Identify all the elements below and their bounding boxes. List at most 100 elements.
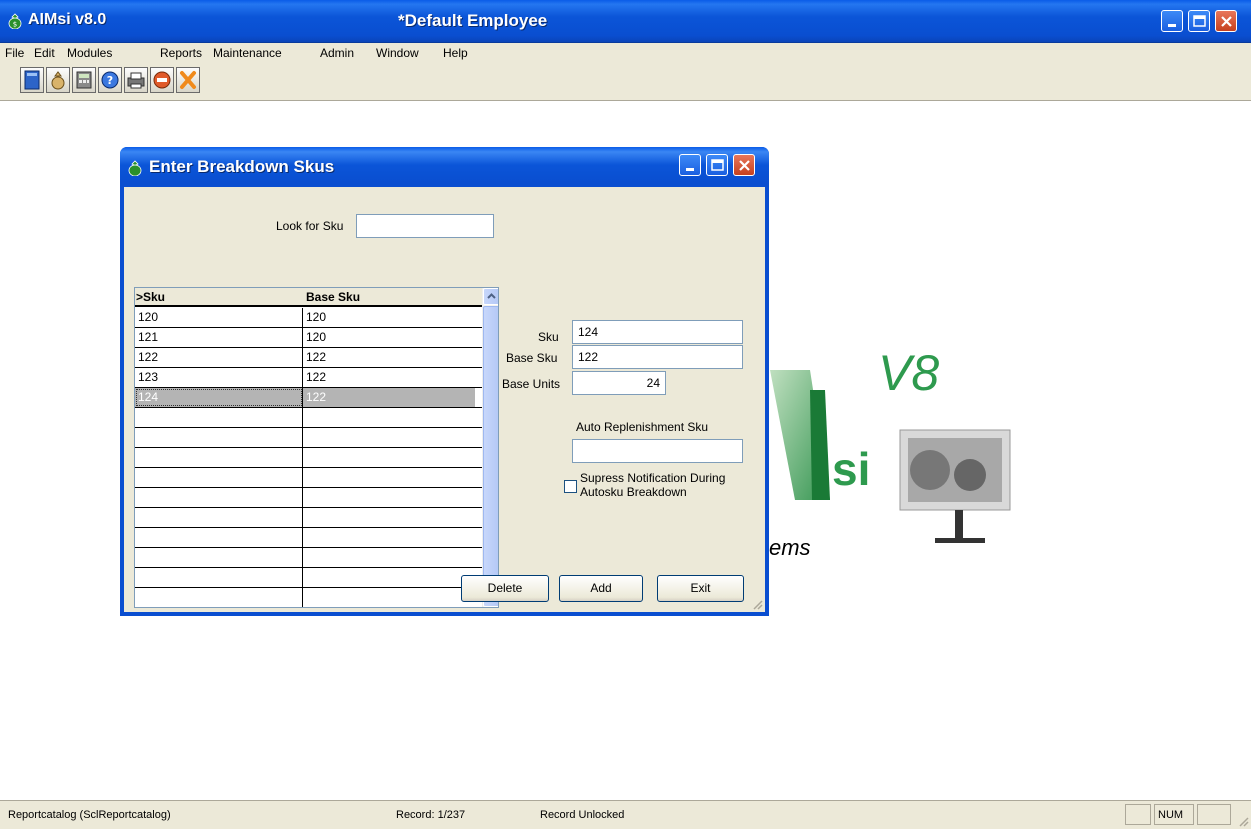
help-button[interactable]: ? (98, 67, 122, 93)
cell-base-sku[interactable]: 120 (303, 328, 475, 347)
empty-row[interactable] (135, 448, 482, 468)
table-row-selected[interactable]: 124 122 (135, 388, 482, 408)
grid-scrollbar[interactable] (482, 288, 498, 607)
dialog-close-button[interactable] (733, 154, 755, 176)
menu-maintenance[interactable]: Maintenance (213, 46, 282, 60)
breakdown-skus-dialog: Enter Breakdown Skus Look for Sku >Sku B… (120, 147, 769, 616)
cell-sku[interactable] (135, 488, 303, 507)
stop-button[interactable] (150, 67, 174, 93)
book-button[interactable] (20, 67, 44, 93)
add-button[interactable]: Add (559, 575, 643, 602)
menu-window[interactable]: Window (376, 46, 419, 60)
cell-sku[interactable] (135, 448, 303, 467)
calculator-icon (76, 71, 92, 89)
dialog-maximize-button[interactable] (706, 154, 728, 176)
menu-reports[interactable]: Reports (160, 46, 202, 60)
menu-help[interactable]: Help (443, 46, 468, 60)
scroll-up-button[interactable] (483, 288, 498, 305)
cell-base-sku[interactable] (303, 528, 475, 547)
base-sku-label: Base Sku (506, 351, 558, 365)
table-row[interactable]: 121 120 (135, 328, 482, 348)
exit-button[interactable] (176, 67, 200, 93)
sku-field[interactable] (572, 320, 743, 344)
table-row[interactable]: 120 120 (135, 308, 482, 328)
minimize-button[interactable] (1161, 10, 1183, 32)
cell-base-sku[interactable]: 120 (303, 308, 475, 327)
cell-sku[interactable] (135, 528, 303, 547)
cell-sku[interactable] (135, 588, 303, 607)
calculator-button[interactable] (72, 67, 96, 93)
menu-edit[interactable]: Edit (34, 46, 55, 60)
delete-button[interactable]: Delete (461, 575, 549, 602)
column-header-sku[interactable]: >Sku (136, 290, 165, 304)
status-num-indicator: NUM (1154, 804, 1194, 825)
cell-base-sku[interactable] (303, 408, 475, 427)
chevron-up-icon (487, 293, 496, 299)
status-record: Record: 1/237 (396, 809, 466, 821)
cell-sku[interactable] (135, 428, 303, 447)
cell-sku[interactable]: 121 (135, 328, 303, 347)
cell-sku[interactable]: 122 (135, 348, 303, 367)
scroll-thumb[interactable] (483, 306, 498, 589)
base-sku-field[interactable] (572, 345, 743, 369)
cell-sku[interactable] (135, 508, 303, 527)
cell-base-sku[interactable] (303, 508, 475, 527)
dialog-body: Look for Sku >Sku Base Sku 120 120 121 120… (124, 187, 765, 612)
cell-base-sku[interactable] (303, 588, 475, 607)
resize-grip-icon[interactable] (751, 598, 763, 610)
printer-button[interactable] (124, 67, 148, 93)
menu-file[interactable]: File (5, 46, 24, 60)
cell-sku[interactable] (135, 468, 303, 487)
logo-letters: si (832, 443, 871, 495)
cell-base-sku[interactable] (303, 568, 475, 587)
cell-base-sku[interactable]: 122 (303, 388, 475, 407)
cell-base-sku[interactable] (303, 428, 475, 447)
auto-replenishment-field[interactable] (572, 439, 743, 463)
cell-base-sku[interactable]: 122 (303, 368, 475, 387)
cell-base-sku[interactable] (303, 448, 475, 467)
bag-button[interactable] (46, 67, 70, 93)
empty-row[interactable] (135, 428, 482, 448)
cell-sku[interactable] (135, 548, 303, 567)
empty-row[interactable] (135, 488, 482, 508)
dialog-titlebar[interactable]: Enter Breakdown Skus (120, 147, 769, 187)
menu-modules[interactable]: Modules (67, 46, 112, 60)
main-titlebar[interactable]: $ AIMsi v8.0 *Default Employee (0, 0, 1251, 43)
dialog-minimize-button[interactable] (679, 154, 701, 176)
cell-base-sku[interactable] (303, 548, 475, 567)
empty-row[interactable] (135, 408, 482, 428)
supress-notification-label-line1: Supress Notification During (580, 471, 726, 485)
base-units-field[interactable] (572, 371, 666, 395)
close-button[interactable] (1215, 10, 1237, 32)
stop-icon (153, 71, 171, 89)
status-caps-indicator (1125, 804, 1151, 825)
supress-notification-checkbox[interactable] (564, 480, 577, 493)
empty-row[interactable] (135, 568, 482, 588)
svg-text:?: ? (107, 74, 113, 87)
minimize-icon (1168, 24, 1176, 27)
exit-button[interactable]: Exit (657, 575, 744, 602)
empty-row[interactable] (135, 508, 482, 528)
close-icon (1221, 16, 1232, 27)
resize-grip-icon[interactable] (1237, 815, 1249, 827)
empty-row[interactable] (135, 528, 482, 548)
cell-sku[interactable] (135, 408, 303, 427)
cell-base-sku[interactable] (303, 468, 475, 487)
look-for-sku-input[interactable] (356, 214, 494, 238)
maximize-button[interactable] (1188, 10, 1210, 32)
table-row[interactable]: 122 122 (135, 348, 482, 368)
empty-row[interactable] (135, 588, 482, 607)
status-bar: Reportcatalog (SclReportcatalog) Record:… (0, 800, 1251, 829)
sku-grid: >Sku Base Sku 120 120 121 120 122 122 123 12… (134, 287, 499, 608)
menu-admin[interactable]: Admin (320, 46, 354, 60)
cell-base-sku[interactable] (303, 488, 475, 507)
cell-base-sku[interactable]: 122 (303, 348, 475, 367)
table-row[interactable]: 123 122 (135, 368, 482, 388)
empty-row[interactable] (135, 548, 482, 568)
cell-sku[interactable]: 120 (135, 308, 303, 327)
cell-sku[interactable]: 123 (135, 368, 303, 387)
cell-sku[interactable]: 124 (135, 388, 303, 407)
empty-row[interactable] (135, 468, 482, 488)
cell-sku[interactable] (135, 568, 303, 587)
column-header-base-sku[interactable]: Base Sku (306, 290, 360, 304)
